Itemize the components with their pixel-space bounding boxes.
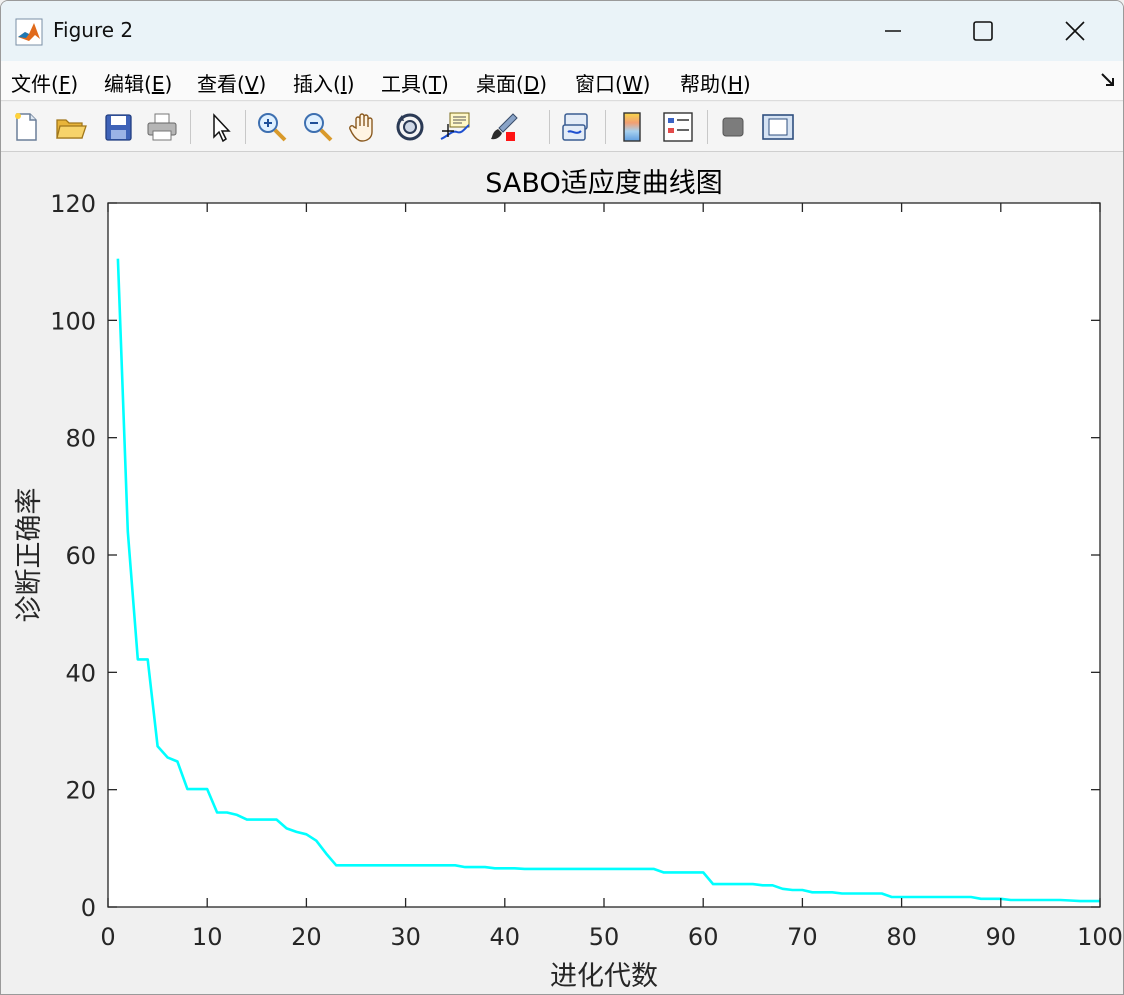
y-tick-label: 60 bbox=[65, 542, 96, 570]
y-tick-label: 0 bbox=[81, 894, 96, 922]
x-tick-label: 50 bbox=[589, 923, 620, 951]
data-cursor-icon bbox=[440, 112, 470, 140]
minimize-icon bbox=[885, 30, 901, 32]
y-axis-label: 诊断正确率 bbox=[14, 488, 45, 623]
show-plot-tools-button[interactable] bbox=[759, 108, 797, 146]
print-icon bbox=[147, 113, 177, 141]
toolbar-separator bbox=[707, 110, 708, 144]
new-figure-button[interactable] bbox=[7, 108, 45, 146]
pan-hand-icon bbox=[349, 113, 373, 142]
close-icon bbox=[1065, 21, 1085, 41]
x-tick-label: 100 bbox=[1077, 923, 1123, 951]
rotate-3d-button[interactable] bbox=[391, 108, 429, 146]
menu-view[interactable]: 查看(V) bbox=[197, 68, 266, 97]
brush-button[interactable] bbox=[485, 108, 523, 146]
pan-button[interactable] bbox=[345, 108, 383, 146]
axes-background bbox=[108, 203, 1100, 907]
maximize-icon bbox=[973, 21, 993, 41]
x-tick-label: 90 bbox=[986, 923, 1017, 951]
matlab-icon bbox=[15, 18, 43, 46]
x-tick-label: 0 bbox=[100, 923, 115, 951]
link-plot-icon bbox=[562, 113, 588, 141]
fitness-line-chart[interactable]: 0 10 20 30 40 50 60 70 80 90 100 0 20 40 60 80 100 120 SA… bbox=[1, 153, 1123, 995]
rotate-3d-icon bbox=[396, 113, 424, 141]
menu-file[interactable]: 文件(F) bbox=[11, 68, 78, 97]
link-plot-button[interactable] bbox=[557, 108, 595, 146]
y-tick-label: 20 bbox=[65, 777, 96, 805]
new-figure-icon bbox=[15, 113, 37, 141]
menu-edit[interactable]: 编辑(E) bbox=[104, 68, 172, 97]
edit-plot-button[interactable] bbox=[201, 108, 239, 146]
maximize-button[interactable] bbox=[937, 1, 1029, 61]
figure-window: Figure 2 文件(F) 编辑(E) 查看(V) 插入(I) 工具(T) 桌… bbox=[0, 0, 1124, 995]
menu-help[interactable]: 帮助(H) bbox=[680, 68, 751, 97]
toolbar-separator bbox=[549, 110, 550, 144]
y-tick-label: 120 bbox=[50, 190, 96, 218]
save-icon bbox=[105, 114, 132, 141]
open-file-icon bbox=[56, 119, 87, 139]
x-tick-label: 20 bbox=[291, 923, 322, 951]
legend-button[interactable] bbox=[659, 108, 697, 146]
open-file-button[interactable] bbox=[52, 108, 90, 146]
edit-plot-pointer-icon bbox=[213, 113, 231, 143]
data-cursor-button[interactable] bbox=[436, 108, 474, 146]
zoom-out-button[interactable] bbox=[299, 108, 337, 146]
x-axis-label: 进化代数 bbox=[550, 961, 658, 992]
toolbar-separator bbox=[245, 110, 246, 144]
menu-insert[interactable]: 插入(I) bbox=[293, 68, 355, 97]
minimize-button[interactable] bbox=[847, 1, 939, 61]
legend-icon bbox=[663, 112, 693, 142]
y-tick-label: 40 bbox=[65, 659, 96, 687]
hide-plot-tools-button[interactable] bbox=[714, 108, 752, 146]
hide-plot-tools-icon bbox=[722, 117, 744, 137]
colorbar-icon bbox=[623, 112, 641, 142]
menu-window[interactable]: 窗口(W) bbox=[575, 68, 650, 97]
y-tick-label: 80 bbox=[65, 425, 96, 453]
figure-canvas: 0 10 20 30 40 50 60 70 80 90 100 0 20 40 60 80 100 120 SA… bbox=[1, 153, 1123, 995]
x-tick-label: 10 bbox=[192, 923, 223, 951]
title-bar[interactable]: Figure 2 bbox=[1, 1, 1123, 61]
colorbar-button[interactable] bbox=[613, 108, 651, 146]
x-tick-label: 30 bbox=[390, 923, 421, 951]
zoom-in-icon bbox=[258, 113, 287, 142]
print-button[interactable] bbox=[143, 108, 181, 146]
zoom-in-button[interactable] bbox=[253, 108, 291, 146]
dock-arrow-icon[interactable] bbox=[1099, 71, 1117, 89]
x-tick-label: 60 bbox=[688, 923, 719, 951]
y-tick-label: 100 bbox=[50, 307, 96, 335]
zoom-out-icon bbox=[304, 113, 333, 142]
menu-bar: 文件(F) 编辑(E) 查看(V) 插入(I) 工具(T) 桌面(D) 窗口(W… bbox=[1, 61, 1123, 101]
save-button[interactable] bbox=[99, 108, 137, 146]
x-tick-label: 70 bbox=[787, 923, 818, 951]
brush-icon bbox=[491, 113, 518, 141]
menu-desktop[interactable]: 桌面(D) bbox=[476, 68, 547, 97]
menu-tools[interactable]: 工具(T) bbox=[381, 68, 449, 97]
close-button[interactable] bbox=[1029, 1, 1121, 61]
figure-toolbar bbox=[1, 102, 1123, 229]
toolbar-separator bbox=[605, 110, 606, 144]
show-plot-tools-icon bbox=[762, 114, 794, 140]
x-tick-label: 80 bbox=[886, 923, 917, 951]
x-tick-label: 40 bbox=[490, 923, 521, 951]
toolbar-separator bbox=[190, 110, 191, 144]
chart-title: SABO适应度曲线图 bbox=[485, 168, 722, 199]
window-title: Figure 2 bbox=[53, 18, 134, 42]
